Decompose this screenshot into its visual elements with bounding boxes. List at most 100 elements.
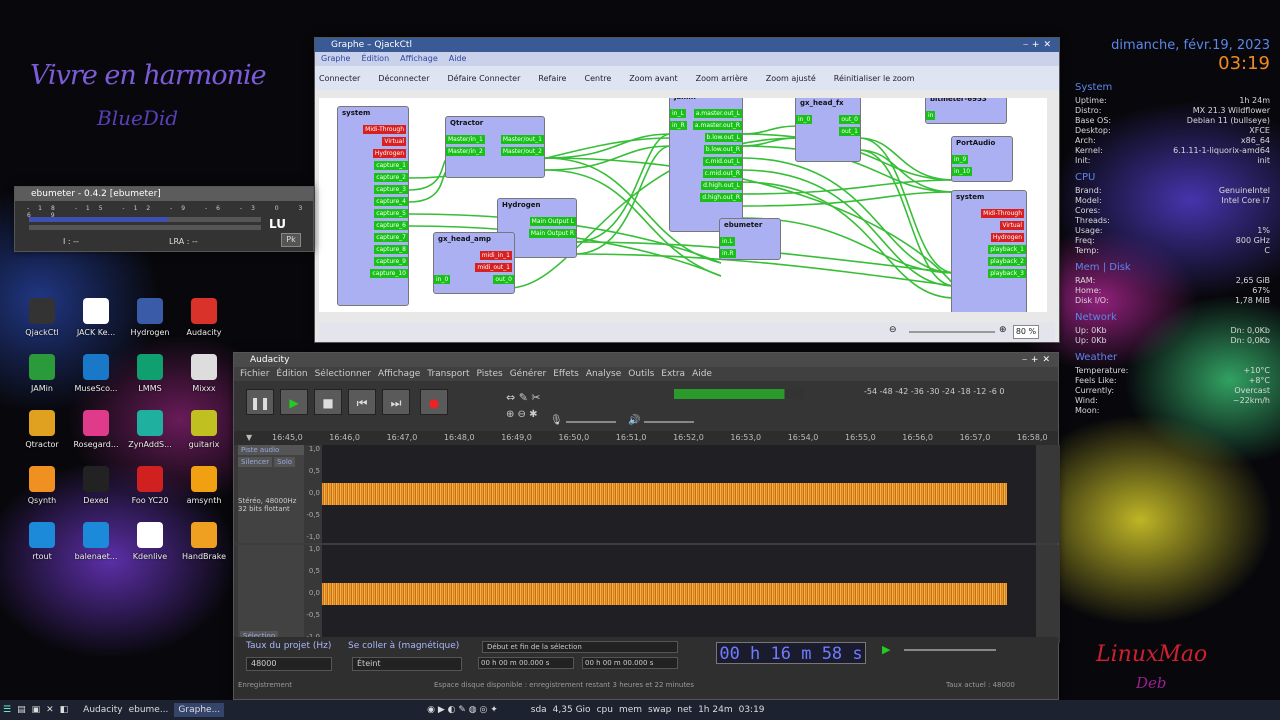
audio-port[interactable]: capture_1 (374, 161, 408, 170)
snap-select[interactable]: Éteint (352, 657, 462, 671)
pk-button[interactable]: Pk (281, 233, 301, 247)
audacity-window[interactable]: Audacity ⎯+✕ Fichier Édition Sélectionner A… (233, 352, 1060, 700)
toolbar-button[interactable]: Zoom avant (629, 74, 677, 83)
menu-item[interactable]: Transport (427, 369, 469, 379)
audio-port[interactable]: playback_3 (988, 269, 1026, 278)
desktop-icon[interactable]: MuseSco... (68, 354, 124, 393)
input-port[interactable]: in_0 (796, 115, 813, 124)
desktop-icon[interactable]: Mixxx (176, 354, 232, 393)
input-port[interactable]: in_R (670, 121, 687, 130)
toolbar-button[interactable]: Zoom ajusté (766, 74, 816, 83)
pause-button[interactable]: ❚❚ (246, 389, 274, 415)
audio-port[interactable]: capture_5 (374, 209, 408, 218)
output-port[interactable]: d.high.out_L (701, 181, 742, 190)
client-node-portaudio[interactable]: PortAudio in_9 in_10 (951, 136, 1013, 182)
menu-item[interactable]: Générer (510, 369, 547, 379)
audio-track-right[interactable]: Sélection 1,00,50,0-0,5-1,0 (234, 545, 1060, 643)
qjackctl-toolbar[interactable]: Connecter Déconnecter Défaire Connecter Ref… (315, 66, 1059, 90)
desktop-icon[interactable]: Audacity (176, 298, 232, 337)
desktop-icon[interactable]: Foo YC20 (122, 466, 178, 505)
qjackctl-window[interactable]: Graphe – QjackCtl ⎯+✕ Graphe Édition Affic… (314, 37, 1060, 343)
track-control-panel[interactable]: Piste audio Silencer Solo Stéréo, 48000H… (238, 445, 304, 543)
play-at-speed-icon[interactable]: ▶ (882, 643, 890, 656)
zoom-field[interactable]: 80 % (1013, 325, 1039, 339)
output-port[interactable]: out_0 (493, 275, 514, 284)
output-port[interactable]: Main Output R (528, 229, 576, 238)
zoom-out-icon[interactable]: ⊖ (889, 325, 897, 335)
desktop-icon[interactable]: amsynth (176, 466, 232, 505)
menu-item[interactable]: Aide (449, 54, 467, 63)
mute-button[interactable]: Silencer (238, 457, 273, 467)
input-port[interactable]: in_10 (952, 167, 973, 176)
window-controls[interactable]: ⎯+✕ (1023, 38, 1055, 52)
qjackctl-menubar[interactable]: Graphe Édition Affichage Aide (315, 52, 1059, 66)
output-port[interactable]: out_1 (839, 127, 860, 136)
launcher-icon[interactable]: ◧ (60, 705, 69, 715)
desktop-icon[interactable]: Rosegard... (68, 410, 124, 449)
audacity-menubar[interactable]: Fichier Édition Sélectionner Affichage Trans… (234, 367, 1058, 381)
desktop-icon[interactable]: Hydrogen (122, 298, 178, 337)
desktop-icon[interactable]: Kdenlive (122, 522, 178, 561)
toolbar-button[interactable]: Refaire (538, 74, 566, 83)
skip-start-button[interactable]: ⏮ (348, 389, 376, 415)
settings-icon[interactable]: ✕ (46, 705, 54, 715)
menu-item[interactable]: Aide (692, 369, 712, 379)
menu-item[interactable]: Édition (361, 54, 389, 63)
audio-port[interactable]: playback_2 (988, 257, 1026, 266)
window-controls[interactable]: ⎯+✕ (1022, 353, 1054, 367)
stop-button[interactable]: ■ (314, 389, 342, 415)
audio-port[interactable]: playback_1 (988, 245, 1026, 254)
input-port[interactable]: in_0 (434, 275, 451, 284)
output-port[interactable]: b.low.out_R (703, 145, 742, 154)
terminal-icon[interactable]: ▣ (32, 705, 41, 715)
menu-item[interactable]: Édition (276, 369, 307, 379)
input-port[interactable]: in.R (720, 249, 736, 258)
solo-button[interactable]: Solo (274, 457, 296, 467)
desktop-icon[interactable]: LMMS (122, 354, 178, 393)
client-node-bitmeter[interactable]: bitmeter-6953 in (925, 98, 1007, 124)
desktop-icon[interactable]: Qsynth (14, 466, 70, 505)
track-name[interactable]: Piste audio (238, 445, 304, 455)
client-node-gx_head_fx[interactable]: gx_head_fx in_0 out_0 out_1 (795, 98, 861, 162)
menu-item[interactable]: Outils (628, 369, 654, 379)
output-port[interactable]: d.high.out_R (700, 193, 742, 202)
audio-port[interactable]: capture_7 (374, 233, 408, 242)
input-port[interactable]: Master/in_1 (446, 135, 485, 144)
taskbar-item-ebumeter[interactable]: ebume... (129, 705, 169, 715)
desktop-icon[interactable]: JACK Ke... (68, 298, 124, 337)
audio-port[interactable]: capture_8 (374, 245, 408, 254)
input-port[interactable]: in.L (720, 237, 735, 246)
client-node-qtractor[interactable]: Qtractor Master/in_1 Master/in_2 Master/out… (445, 116, 545, 178)
menu-item[interactable]: Pistes (477, 369, 503, 379)
midi-port[interactable]: Virtual (382, 137, 406, 146)
playback-volume-slider[interactable] (644, 421, 694, 423)
output-port[interactable]: b.low.out_L (704, 133, 742, 142)
desktop-icon[interactable]: guitarix (176, 410, 232, 449)
timeline-ruler[interactable]: ▼ 16:45,0 16:46,0 16:47,0 16:48,0 16:49,0 16:5… (234, 431, 1058, 445)
client-node-system_out[interactable]: system Midi-Through Virtual Hydrogen playbac… (951, 190, 1027, 312)
audio-port[interactable]: capture_3 (374, 185, 408, 194)
menu-item[interactable]: Affichage (400, 54, 438, 63)
midi-port[interactable]: Midi-Through (363, 125, 406, 134)
midi-port[interactable]: Virtual (1000, 221, 1024, 230)
audacity-titlebar[interactable]: Audacity ⎯+✕ (234, 353, 1058, 367)
start-menu-icon[interactable]: ☰ (3, 705, 11, 715)
desktop-icon[interactable]: balenaet... (68, 522, 124, 561)
client-node-ebumeter[interactable]: ebumeter in.L in.R (719, 218, 781, 260)
client-node-system_in[interactable]: system Midi-Through Virtual Hydrogen capture… (337, 106, 409, 306)
play-speed-slider[interactable] (904, 649, 996, 651)
audio-position-clock[interactable]: 00 h 16 m 58 s (716, 642, 866, 664)
toolbar-button[interactable]: Centre (584, 74, 611, 83)
desktop-icon[interactable]: Qtractor (14, 410, 70, 449)
menu-item[interactable]: Sélectionner (315, 369, 371, 379)
midi-port[interactable]: Hydrogen (990, 233, 1024, 242)
waveform[interactable] (322, 545, 1036, 643)
desktop-icon[interactable]: rtout (14, 522, 70, 561)
audio-port[interactable]: capture_9 (374, 257, 408, 266)
menu-item[interactable]: Affichage (378, 369, 420, 379)
zoom-tools-icon[interactable]: ⊕ ⊖ ✱ (506, 409, 538, 420)
midi-port[interactable]: midi_out_1 (475, 263, 512, 272)
audio-port[interactable]: capture_2 (374, 173, 408, 182)
input-port[interactable]: in_L (670, 109, 686, 118)
output-port[interactable]: a.master.out_R (692, 121, 742, 130)
